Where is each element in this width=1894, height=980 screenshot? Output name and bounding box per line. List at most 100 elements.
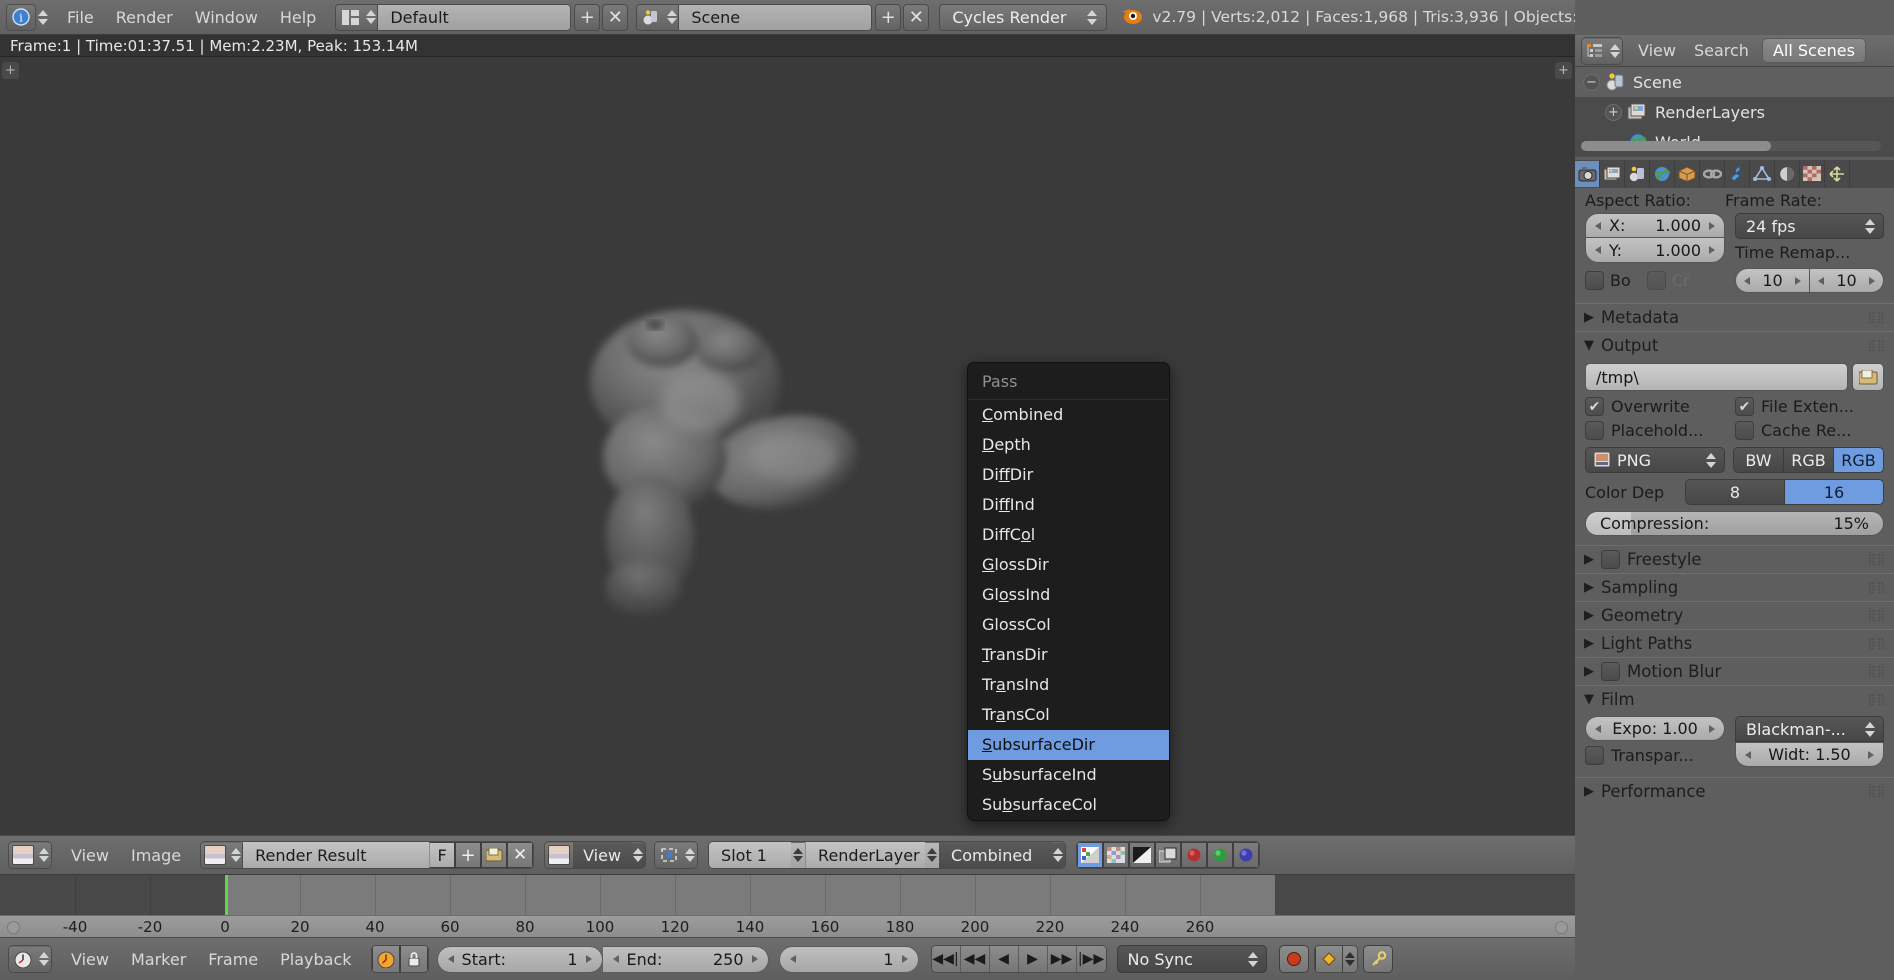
pivot-selector[interactable] [654, 841, 699, 869]
keying-set-key-icon[interactable] [1362, 945, 1393, 973]
pass-dropdown-menu[interactable]: Pass Combined Depth DiffDir DiffInd DiffCol G… [967, 362, 1170, 821]
render-slot-label[interactable]: Slot 1 [709, 842, 792, 868]
color-and-alpha-icon[interactable] [1077, 842, 1104, 868]
panel-enable-checkbox[interactable] [1601, 550, 1620, 569]
current-frame-field[interactable]: 1 [778, 945, 919, 973]
time-remap-old-field[interactable]: 10 [1735, 268, 1810, 293]
filter-width-decrement[interactable] [1745, 750, 1751, 759]
render-layers-tab-icon[interactable] [1600, 161, 1625, 187]
image-view-mode-selector[interactable]: View [544, 841, 647, 869]
border-checkbox[interactable] [1585, 271, 1604, 290]
pass-menu-item[interactable]: Depth [968, 430, 1169, 460]
timeline-editor[interactable]: -40 -20 0 20 40 60 80 100 120 140 160 180 200 220 240 2… [0, 875, 1575, 937]
color-depth-16[interactable]: 16 [1785, 479, 1884, 505]
menu-file[interactable]: File [56, 2, 105, 33]
crop-checkbox[interactable] [1646, 271, 1666, 290]
render-engine-selector[interactable]: Cycles Render [939, 3, 1108, 31]
sync-mode-selector[interactable]: No Sync [1116, 945, 1267, 973]
exposure-label[interactable]: Expo: 1.00 [1612, 719, 1698, 738]
filter-width-increment[interactable] [1867, 750, 1874, 759]
remap-new-decrement[interactable] [1818, 276, 1824, 285]
film-filter-arrows[interactable] [1865, 721, 1875, 737]
panel-grip[interactable]: ⣿⣿ [1868, 666, 1886, 677]
world-tab-icon[interactable] [1650, 161, 1675, 187]
modifiers-tab-icon[interactable] [1725, 161, 1750, 187]
color-depth-8[interactable]: 8 [1685, 479, 1785, 505]
file-extensions-checkbox[interactable]: ✔ [1735, 397, 1754, 416]
panel-grip[interactable]: ⣿⣿ [1868, 610, 1886, 621]
output-grip[interactable]: ⣿⣿ [1868, 340, 1886, 351]
panel-enable-checkbox[interactable] [1601, 662, 1620, 681]
frame-end-decrement[interactable] [612, 955, 619, 963]
outliner-display-mode[interactable]: All Scenes [1761, 38, 1866, 63]
exposure-increment[interactable] [1709, 724, 1715, 733]
remap-old-value[interactable]: 10 [1762, 271, 1782, 290]
screen-layout-selector[interactable]: Default [335, 3, 572, 31]
screen-layout-name[interactable]: Default [378, 4, 571, 30]
object-tab-icon[interactable] [1675, 161, 1700, 187]
texture-tab-icon[interactable] [1800, 161, 1825, 187]
aspect-x-increment[interactable] [1709, 221, 1715, 230]
time-remap-new-field[interactable]: 10 [1810, 268, 1884, 293]
panel-header-freestyle[interactable]: ▶ Freestyle ⣿⣿ [1575, 545, 1894, 573]
keyframe-type-arrows[interactable] [1342, 946, 1357, 972]
panel-grip[interactable]: ⣿⣿ [1868, 582, 1886, 593]
keyframe-type-selector[interactable] [1313, 945, 1358, 973]
previous-keyframe-icon[interactable]: ◀◀ [960, 946, 990, 972]
delete-scene-button[interactable]: ✕ [903, 3, 930, 31]
file-format-arrows[interactable] [1706, 452, 1716, 468]
properties-editor[interactable]: Aspect Ratio: Frame Rate: X: 1.000 Y: 1.… [1575, 188, 1894, 980]
next-keyframe-icon[interactable]: ▶▶ [1047, 946, 1077, 972]
panel-header-light-paths[interactable]: ▶ Light Paths ⣿⣿ [1575, 629, 1894, 657]
timeline-editor-type-selector[interactable] [8, 945, 52, 973]
pivot-arrows[interactable] [683, 842, 698, 868]
auto-keying-group[interactable] [370, 945, 429, 973]
current-frame-decrement[interactable] [789, 955, 796, 963]
panel-header-output[interactable]: ▼ Output ⣿⣿ [1575, 331, 1894, 359]
aspect-x-decrement[interactable] [1595, 221, 1601, 230]
pass-menu-item[interactable]: TransCol [968, 700, 1169, 730]
alpha-icon[interactable] [1129, 842, 1156, 868]
sync-mode-arrows[interactable] [1247, 951, 1258, 967]
pass-menu-item[interactable]: Combined [968, 400, 1169, 430]
image-datablock-selector[interactable]: Render Result F + ✕ [200, 841, 535, 869]
pass-menu-item[interactable]: SubsurfaceDir [968, 730, 1169, 760]
frame-end-increment[interactable] [751, 955, 758, 963]
properties-tab-bar[interactable] [1575, 160, 1894, 188]
info-editor-type-icon[interactable]: i [6, 3, 36, 31]
frame-start-field[interactable]: Start: 1 [436, 945, 603, 973]
current-frame-increment[interactable] [901, 955, 908, 963]
compression-slider[interactable]: Compression: 15% [1585, 511, 1884, 536]
timeline-menu-frame[interactable]: Frame [197, 944, 269, 975]
exposure-decrement[interactable] [1595, 724, 1601, 733]
scene-tab-icon[interactable] [1625, 161, 1650, 187]
play-icon[interactable]: ▶ [1018, 946, 1048, 972]
frame-rate-arrows[interactable] [1865, 218, 1875, 234]
render-pass-label[interactable]: Combined [939, 842, 1052, 868]
render-pass-arrows[interactable] [1051, 842, 1066, 868]
add-scene-button[interactable]: + [875, 3, 902, 31]
frame-end-field[interactable]: End: 250 [602, 945, 769, 973]
timeline-menu-view[interactable]: View [60, 944, 120, 975]
display-channels-group[interactable] [1076, 841, 1261, 869]
film-transparent-checkbox[interactable] [1585, 746, 1604, 765]
performance-grip[interactable]: ⣿⣿ [1868, 786, 1886, 797]
timeline-ruler[interactable]: -40 -20 0 20 40 60 80 100 120 140 160 180 200 220 240 2… [0, 915, 1575, 937]
panel-header-geometry[interactable]: ▶ Geometry ⣿⣿ [1575, 601, 1894, 629]
panel-grip[interactable]: ⣿⣿ [1868, 638, 1886, 649]
pass-menu-item[interactable]: DiffDir [968, 460, 1169, 490]
film-filter-width-label[interactable]: Widt: 1.50 [1768, 745, 1850, 764]
aspect-y-value[interactable]: 1.000 [1655, 241, 1701, 260]
render-slot-selector[interactable]: Slot 1 RenderLayer Combined [708, 841, 1067, 869]
image-editor-viewport[interactable]: + + [0, 57, 1575, 835]
scene-name[interactable]: Scene [679, 4, 872, 30]
image-name-field[interactable]: Render Result [243, 842, 430, 868]
viewport-toolbar-toggle-left[interactable]: + [2, 62, 19, 79]
outliner-expander[interactable]: + [1605, 103, 1622, 121]
physics-tab-icon[interactable] [1825, 161, 1850, 187]
viewport-toolbar-toggle-right[interactable]: + [1555, 62, 1572, 79]
panel-header-film[interactable]: ▼ Film ⣿⣿ [1575, 685, 1894, 713]
playback-transport[interactable]: ◀◀| ◀◀ ◀ ▶ ▶▶ |▶▶ [930, 945, 1107, 973]
record-auto-key-icon[interactable] [371, 946, 400, 972]
jump-to-start-icon[interactable]: ◀◀| [931, 946, 961, 972]
